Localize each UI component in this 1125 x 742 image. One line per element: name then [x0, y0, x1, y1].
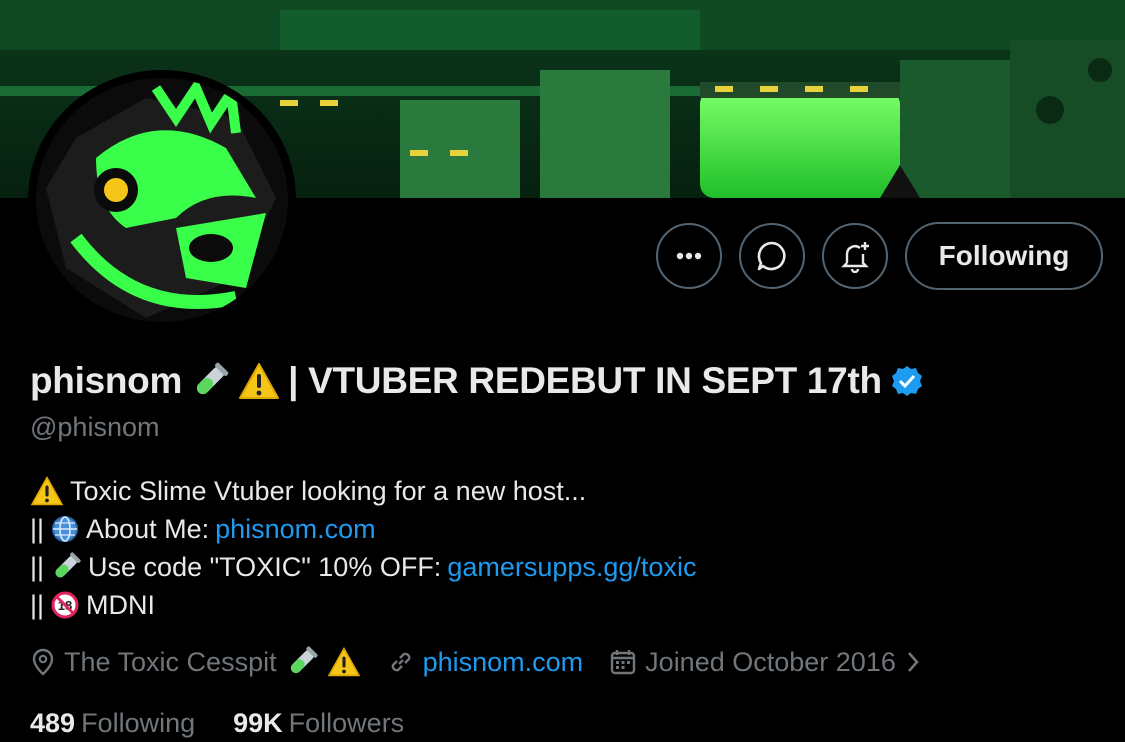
bio-sponsor-link[interactable]: gamersupps.gg/toxic [447, 548, 696, 586]
message-icon [755, 239, 789, 273]
notification-bell-icon [838, 239, 872, 273]
bio-about-link[interactable]: phisnom.com [215, 510, 376, 548]
followers-label: Followers [288, 708, 405, 738]
notify-button[interactable] [822, 223, 888, 289]
more-button[interactable] [656, 223, 722, 289]
test-tube-icon [190, 361, 230, 401]
display-name-suffix: | VTUBER REDEBUT IN SEPT 17th [288, 360, 882, 401]
bio-mdni-label: MDNI [86, 590, 156, 620]
bio-about-label: About Me: [86, 514, 210, 544]
bio-line-1: Toxic Slime Vtuber looking for a new hos… [70, 476, 587, 506]
warning-icon [30, 476, 64, 506]
following-button[interactable]: Following [905, 222, 1103, 290]
following-label: Following [81, 708, 196, 738]
followers-count: 99K [233, 708, 283, 738]
followers-stat[interactable]: 99K Followers [233, 708, 404, 739]
globe-icon [50, 514, 80, 544]
website-link[interactable]: phisnom.com [423, 647, 584, 678]
no-under-18-icon: 18 [50, 590, 80, 620]
user-handle: @phisnom [30, 412, 160, 442]
website-item[interactable]: phisnom.com [387, 647, 584, 678]
link-icon [387, 648, 415, 676]
calendar-icon [609, 648, 637, 676]
bio-separator: || [30, 590, 45, 620]
joined-item[interactable]: Joined October 2016 [609, 647, 922, 678]
bio-separator: || [30, 552, 45, 582]
location-icon [30, 648, 56, 676]
bio-separator: || [30, 514, 45, 544]
verified-badge-icon[interactable] [890, 364, 924, 398]
bio: Toxic Slime Vtuber looking for a new hos… [30, 472, 696, 624]
display-name: phisnom [30, 360, 183, 401]
avatar[interactable] [36, 78, 288, 322]
chevron-right-icon[interactable] [904, 649, 922, 675]
warning-icon [327, 647, 361, 677]
test-tube-icon [50, 551, 82, 583]
warning-icon [238, 362, 280, 400]
location-text: The Toxic Cesspit [64, 646, 277, 677]
joined-text: Joined October 2016 [645, 646, 896, 677]
test-tube-icon [285, 645, 319, 679]
message-button[interactable] [739, 223, 805, 289]
following-count: 489 [30, 708, 76, 738]
location-item: The Toxic Cesspit [30, 645, 361, 679]
bio-code-label: Use code "TOXIC" 10% OFF: [88, 552, 442, 582]
following-stat[interactable]: 489 Following [30, 708, 195, 739]
more-icon [676, 252, 702, 260]
